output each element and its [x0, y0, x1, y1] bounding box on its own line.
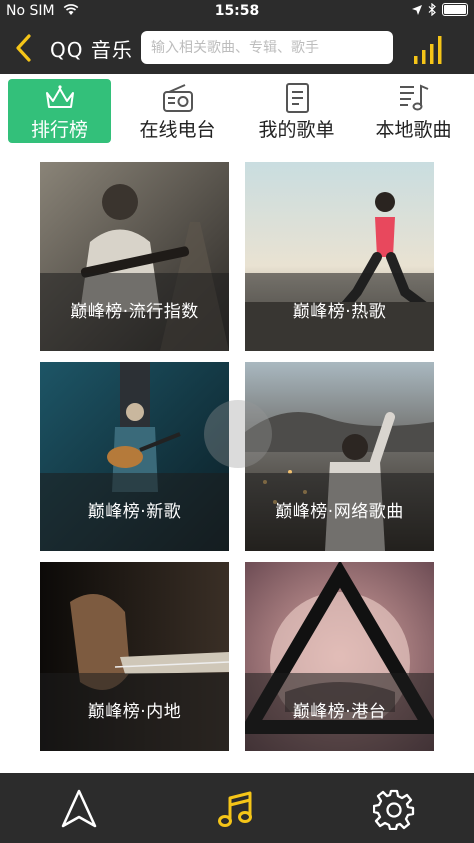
tab-label: 在线电台	[139, 119, 216, 141]
tab-local-songs[interactable]: 本地歌曲	[361, 79, 466, 143]
music-note-icon[interactable]	[216, 788, 258, 830]
header-bar: QQ 音乐	[0, 22, 474, 74]
chevron-left-icon[interactable]	[10, 31, 40, 65]
chart-card[interactable]: 巅峰榜·网络歌曲	[245, 362, 434, 551]
music-list-icon	[399, 84, 428, 111]
search-input[interactable]	[141, 31, 393, 64]
status-time: 15:58	[214, 3, 260, 19]
chart-caption: 巅峰榜·港台	[245, 673, 434, 751]
crown-icon	[45, 85, 74, 108]
tab-label: 排行榜	[30, 119, 88, 141]
chart-caption: 巅峰榜·热歌	[245, 273, 434, 351]
status-right	[412, 3, 468, 16]
chart-card[interactable]: 巅峰榜·热歌	[245, 162, 434, 351]
tab-label: 我的歌单	[258, 119, 335, 141]
navigation-arrow-icon[interactable]	[58, 788, 100, 830]
bottom-nav	[0, 773, 474, 843]
tab-my-playlists[interactable]: 我的歌单	[244, 79, 349, 143]
equalizer-bars-icon[interactable]	[410, 32, 450, 66]
status-bar: No SIM 15:58	[0, 0, 474, 22]
battery-icon	[442, 3, 468, 16]
radio-icon	[162, 84, 193, 112]
document-icon	[285, 83, 309, 113]
category-tabs: 排行榜 在线电台 我的歌单 本地歌曲	[0, 79, 474, 143]
chart-caption: 巅峰榜·内地	[40, 673, 229, 751]
tab-online-radio[interactable]: 在线电台	[125, 79, 230, 143]
gear-icon[interactable]	[373, 788, 415, 830]
chart-card[interactable]: 巅峰榜·流行指数	[40, 162, 229, 351]
tab-label: 本地歌曲	[375, 119, 452, 141]
location-icon	[412, 4, 422, 15]
bluetooth-icon	[428, 3, 436, 16]
chart-caption: 巅峰榜·网络歌曲	[245, 473, 434, 551]
app-title: QQ 音乐	[50, 38, 133, 62]
chart-card[interactable]: 巅峰榜·内地	[40, 562, 229, 751]
chart-caption: 巅峰榜·新歌	[40, 473, 229, 551]
chart-card[interactable]: 巅峰榜·新歌	[40, 362, 229, 551]
chart-card[interactable]: 巅峰榜·港台	[245, 562, 434, 751]
chart-caption: 巅峰榜·流行指数	[40, 273, 229, 351]
tab-rankings[interactable]: 排行榜	[8, 79, 111, 143]
